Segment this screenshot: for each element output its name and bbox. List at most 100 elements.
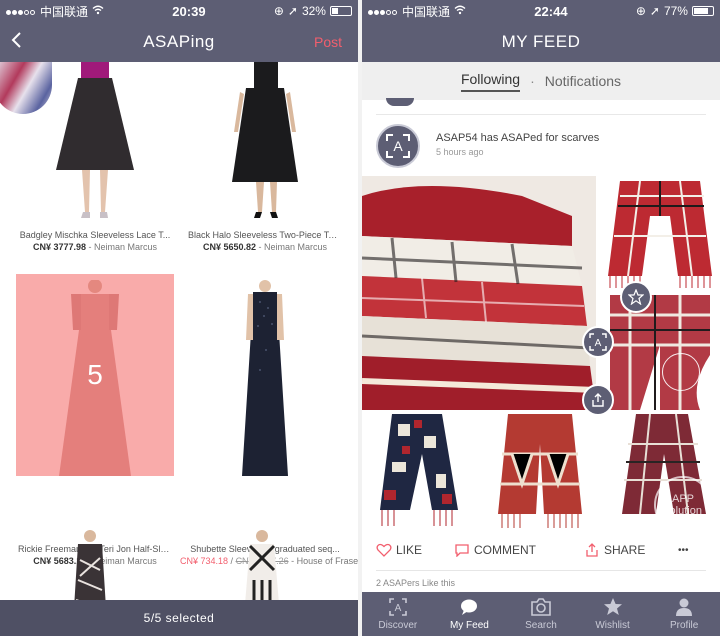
- nav-bar: ASAPing Post: [0, 22, 358, 62]
- location-icon: ➚: [287, 4, 298, 18]
- status-bar: 中国联通 22:44 ⊕ ➚ 77%: [362, 0, 720, 22]
- post-title: ASAP54 has ASAPed for scarves: [436, 132, 600, 144]
- right-screen: 中国联通 22:44 ⊕ ➚ 77% MY FEED Following · N…: [362, 0, 720, 636]
- comment-button[interactable]: COMMENT: [454, 543, 536, 557]
- feed-tabs: Following · Notifications: [362, 62, 720, 100]
- chat-bubble-icon: [461, 599, 478, 615]
- tab-following[interactable]: Following: [460, 71, 521, 92]
- share-image-button[interactable]: [582, 384, 614, 416]
- selection-bar[interactable]: 5/5 selected: [0, 600, 358, 636]
- share-icon: [592, 393, 604, 407]
- tab-discover[interactable]: A Discover: [362, 592, 434, 636]
- carousel-indicator: [662, 353, 700, 391]
- price-value: CN¥ 3777.98: [32, 242, 87, 252]
- person-icon: [676, 598, 693, 616]
- star-icon: [603, 598, 622, 615]
- post-time: 5 hours ago: [436, 147, 484, 157]
- carrier-label: 中国联通: [402, 4, 451, 19]
- user-avatar[interactable]: A: [376, 124, 420, 168]
- location-icon: ➚: [649, 4, 660, 18]
- selection-overlay[interactable]: 5: [16, 274, 174, 476]
- carrier-label: 中国联通: [40, 4, 89, 19]
- rotation-lock-icon: ⊕: [635, 4, 646, 18]
- product-card[interactable]: Black Halo Sleeveless Two-Piece Tea... C…: [180, 62, 350, 252]
- chevron-left-icon: [11, 32, 21, 48]
- watermark-text: APP solution: [664, 493, 702, 517]
- bottom-tab-bar: A Discover My Feed Search Wishlist Profi…: [362, 592, 720, 636]
- product-name: Badgley Mischka Sleeveless Lace T...: [19, 230, 171, 240]
- share-button[interactable]: SHARE: [584, 542, 645, 558]
- tab-search[interactable]: Search: [505, 592, 577, 636]
- store-name: - Neiman Marcus: [86, 242, 158, 252]
- battery-percent: 32%: [301, 4, 326, 18]
- selection-number: 5: [87, 359, 103, 390]
- product-name: Black Halo Sleeveless Two-Piece Tea...: [188, 230, 346, 240]
- scarf-photo-1[interactable]: [600, 176, 720, 291]
- scarf-photo-2[interactable]: [600, 295, 720, 410]
- scarf-photo-4[interactable]: [482, 414, 598, 530]
- comment-icon: [455, 544, 469, 557]
- more-icon: •••: [678, 544, 689, 556]
- product-image: [180, 280, 350, 480]
- svg-text:A: A: [394, 603, 401, 614]
- tab-profile[interactable]: Profile: [648, 592, 720, 636]
- tab-label: Search: [525, 620, 557, 631]
- svg-text:A: A: [595, 338, 602, 349]
- back-button[interactable]: [10, 30, 24, 54]
- camera-icon: [531, 598, 551, 616]
- more-button[interactable]: •••: [678, 545, 689, 556]
- wifi-icon: [92, 4, 104, 18]
- tab-label: Wishlist: [595, 620, 630, 631]
- product-card[interactable]: Badgley Mischka Sleeveless Lace T... CN¥…: [10, 62, 180, 252]
- rotation-lock-icon: ⊕: [273, 4, 284, 18]
- post-header: A ASAP54 has ASAPed for scarves 5 hours …: [362, 120, 720, 172]
- selection-count: 5/5 selected: [143, 611, 215, 625]
- likes-count: 2 ASAPers Like this: [376, 578, 456, 588]
- nav-bar: MY FEED: [362, 22, 720, 62]
- product-price: CN¥ 3777.98 - Neiman Marcus: [10, 242, 180, 252]
- page-title: MY FEED: [501, 32, 581, 51]
- actions-divider: [376, 570, 706, 571]
- battery-fill: [331, 8, 338, 14]
- post-button[interactable]: Post: [314, 34, 342, 50]
- like-button[interactable]: LIKE: [376, 543, 422, 557]
- wifi-icon: [454, 4, 466, 18]
- battery-icon: [691, 6, 714, 16]
- page-title: ASAPing: [143, 32, 215, 51]
- tab-notifications[interactable]: Notifications: [545, 73, 621, 89]
- dress-bodice: [253, 292, 277, 332]
- left-screen: 中国联通 20:39 ⊕ ➚ 32% ASAPing Post Badgley …: [0, 0, 358, 636]
- product-image: [10, 62, 180, 218]
- tab-label: Profile: [669, 620, 699, 631]
- tab-my-feed[interactable]: My Feed: [434, 592, 506, 636]
- post-actions: LIKE COMMENT SHARE •••: [362, 536, 720, 564]
- status-time: 22:44: [534, 3, 568, 19]
- asap-logo-icon: A: [388, 598, 407, 616]
- asap-button[interactable]: A: [582, 326, 614, 358]
- battery-icon: [329, 6, 352, 16]
- asap-logo-icon: A: [589, 333, 607, 351]
- main-scarves-photo[interactable]: [362, 176, 596, 410]
- dress-skirt: [242, 332, 288, 476]
- dress-bodice: [254, 62, 278, 88]
- comment-label: COMMENT: [474, 543, 536, 557]
- like-label: LIKE: [396, 543, 423, 557]
- dress-skirt: [56, 78, 134, 170]
- product-image: [180, 62, 350, 218]
- signal-icon: [368, 4, 398, 18]
- scarf-photo-3[interactable]: [362, 414, 478, 530]
- star-icon: [628, 289, 644, 305]
- tab-wishlist[interactable]: Wishlist: [577, 592, 649, 636]
- tab-label: My Feed: [449, 620, 489, 631]
- share-label: SHARE: [604, 543, 646, 557]
- signal-icon: [6, 4, 36, 18]
- heart-icon: [376, 543, 392, 557]
- tab-separator: ·: [530, 73, 535, 89]
- wishlist-star-button[interactable]: [620, 281, 652, 313]
- status-time: 20:39: [172, 3, 206, 19]
- product-card[interactable]: Shubette Sleeveless graduated seq... CN¥…: [180, 274, 358, 566]
- status-bar: 中国联通 20:39 ⊕ ➚ 32%: [0, 0, 358, 22]
- store-name: - Neiman Marcus: [256, 242, 328, 252]
- store-name: - House of Fraser: [288, 556, 358, 566]
- watermark-logo: APP solution: [654, 476, 712, 534]
